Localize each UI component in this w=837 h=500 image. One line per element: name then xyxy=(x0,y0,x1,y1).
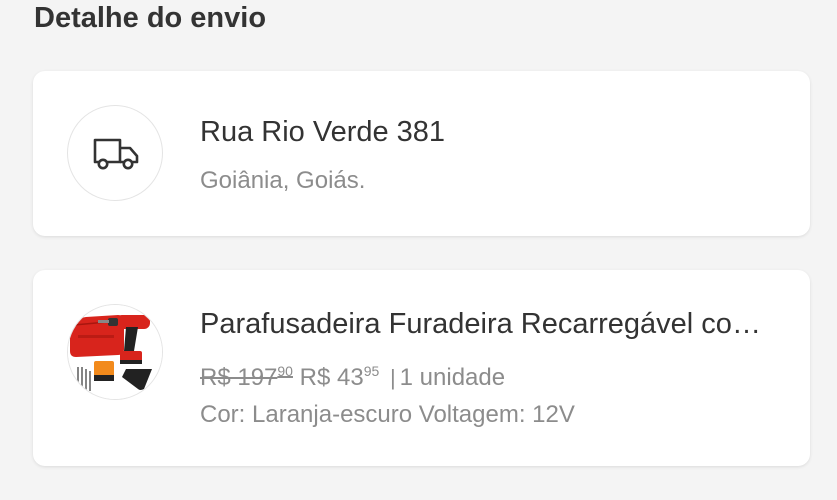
original-price-cents: 90 xyxy=(277,363,293,379)
original-price: R$ 19790 xyxy=(200,363,293,391)
current-price-int: R$ 43 xyxy=(299,364,364,391)
truck-icon-container xyxy=(67,105,163,201)
product-variant: Cor: Laranja-escuro Voltagem: 12V xyxy=(200,401,575,428)
section-title: Detalhe do envio xyxy=(34,2,267,34)
cordless-drill-kit-image xyxy=(68,305,162,399)
shipping-address-card[interactable]: Rua Rio Verde 381 Goiânia, Goiás. xyxy=(33,71,810,236)
current-price: R$ 4395 xyxy=(299,363,380,391)
price-separator: | xyxy=(389,365,396,390)
truck-icon xyxy=(93,138,139,170)
product-image-container xyxy=(67,304,163,400)
product-card[interactable]: Parafusadeira Furadeira Recarregável com… xyxy=(33,270,810,466)
address-street: Rua Rio Verde 381 xyxy=(200,116,446,148)
product-quantity: 1 unidade xyxy=(399,364,506,391)
original-price-int: R$ 197 xyxy=(200,364,278,391)
address-city: Goiânia, Goiás. xyxy=(200,167,366,194)
product-price-line: R$ 19790 R$ 4395 | 1 unidade xyxy=(200,356,505,393)
current-price-cents: 95 xyxy=(363,363,380,379)
product-title[interactable]: Parafusadeira Furadeira Recarregável com… xyxy=(200,306,780,342)
